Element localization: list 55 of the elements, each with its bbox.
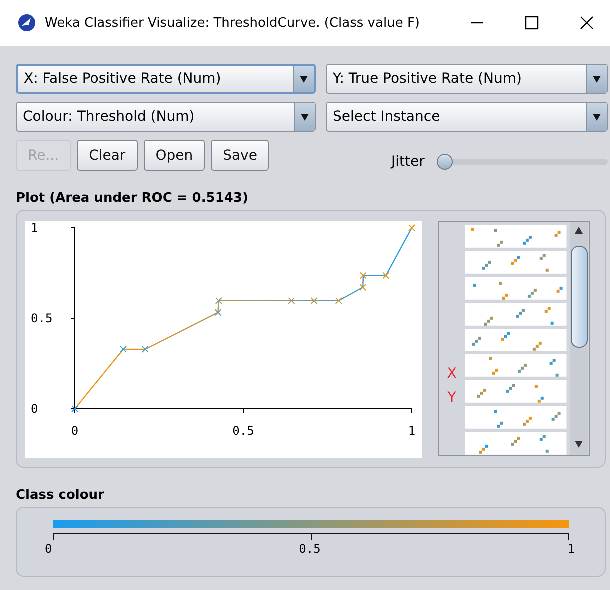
section-title: Class colour bbox=[16, 488, 106, 503]
point bbox=[382, 272, 390, 280]
close-icon[interactable] bbox=[580, 16, 594, 30]
point bbox=[360, 284, 367, 292]
scatter-thumbnail[interactable] bbox=[465, 328, 567, 352]
scatter-thumbnail[interactable] bbox=[465, 225, 567, 248]
scrollbar-thumb[interactable] bbox=[570, 246, 588, 348]
point bbox=[408, 224, 416, 232]
point bbox=[120, 346, 128, 353]
toolbar-button[interactable]: Open bbox=[144, 140, 206, 171]
slider-thumb[interactable] bbox=[436, 154, 453, 170]
x-tick-label: 0 bbox=[71, 424, 79, 438]
point bbox=[288, 297, 296, 304]
scale-tick-label: 1 bbox=[568, 542, 575, 556]
y-tick-label: 0.5 bbox=[31, 312, 53, 326]
point bbox=[214, 309, 222, 316]
jitter-label: Jitter bbox=[391, 154, 425, 170]
maximize-icon[interactable] bbox=[525, 16, 539, 30]
scroll-up-icon[interactable] bbox=[574, 226, 584, 236]
point bbox=[335, 297, 342, 304]
x-tick-label: 1 bbox=[408, 424, 416, 438]
dropdown-arrow-icon bbox=[592, 112, 602, 122]
scatter-thumbnail[interactable] bbox=[465, 250, 567, 274]
y-tick-label: 0 bbox=[31, 402, 38, 416]
dropdown[interactable]: Y: True Positive Rate (Num) bbox=[326, 64, 608, 94]
dropdown-arrow-icon bbox=[592, 74, 602, 84]
dropdown[interactable]: Colour: Threshold (Num) bbox=[16, 102, 316, 132]
point bbox=[360, 272, 367, 280]
dropdown[interactable]: Select Instance bbox=[326, 102, 608, 132]
section-title: Plot (Area under ROC = 0.5143) bbox=[16, 191, 250, 206]
scale-tick-label: 0 bbox=[45, 542, 52, 556]
toolbar-button[interactable]: Save bbox=[211, 140, 270, 171]
scroll-down-icon[interactable] bbox=[574, 439, 584, 449]
scatter-thumbnail[interactable] bbox=[465, 302, 567, 326]
y-axis-marker: Y bbox=[448, 390, 456, 406]
scrollbar[interactable] bbox=[570, 222, 588, 455]
x-tick-label: 0.5 bbox=[232, 424, 254, 438]
scatter-thumbnail[interactable] bbox=[465, 380, 567, 404]
scatter-thumbnail[interactable] bbox=[465, 432, 567, 455]
app-icon bbox=[18, 14, 36, 32]
jitter-slider[interactable] bbox=[436, 154, 608, 170]
scatter-thumbnail[interactable] bbox=[465, 406, 567, 430]
x-axis-marker: X bbox=[447, 366, 457, 382]
dropdown-arrow-icon bbox=[299, 74, 309, 84]
dropdown-arrow-icon bbox=[300, 112, 310, 122]
toolbar-button[interactable]: Clear bbox=[77, 140, 138, 171]
point bbox=[310, 297, 318, 304]
y-tick-label: 1 bbox=[31, 221, 38, 235]
point bbox=[215, 297, 222, 304]
point bbox=[142, 346, 149, 353]
window-title: Weka Classifier Visualize: ThresholdCurve. (Class value F) bbox=[45, 16, 422, 30]
scatter-thumbnail[interactable] bbox=[465, 276, 567, 300]
scale-tick-label: 0.5 bbox=[299, 542, 321, 556]
dropdown[interactable]: X: False Positive Rate (Num) bbox=[16, 64, 316, 94]
scatter-thumbnail[interactable] bbox=[465, 354, 567, 378]
